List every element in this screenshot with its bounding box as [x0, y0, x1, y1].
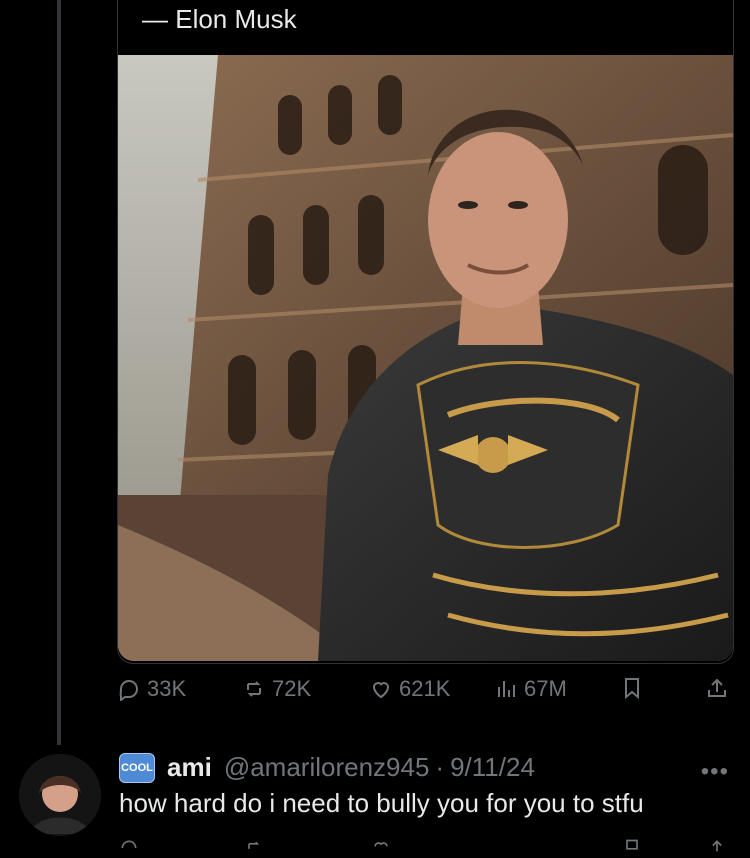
reply-author-name[interactable]: ami — [167, 752, 212, 783]
post-actions-bar: 33K 72K 621K 67M — [117, 676, 737, 712]
reply-header: COOL ami @amarilorenz945 · 9/11/24 — [119, 752, 535, 783]
reply-separator: · — [435, 752, 445, 782]
bookmark-icon — [625, 678, 639, 700]
avatar[interactable] — [19, 754, 101, 836]
reply-action[interactable]: 33K — [117, 676, 186, 702]
share-action[interactable] — [705, 676, 729, 700]
repost-action[interactable]: 72K — [242, 676, 311, 702]
repost-count: 72K — [272, 676, 312, 701]
avatar-image — [19, 754, 101, 836]
heart-icon — [372, 682, 390, 699]
bookmark-icon[interactable] — [620, 838, 644, 858]
like-action[interactable]: 621K — [369, 676, 450, 702]
views-icon — [498, 681, 515, 697]
views-count: 67M — [524, 676, 567, 701]
reply-count: 33K — [147, 676, 187, 701]
bookmark-action[interactable] — [620, 676, 644, 700]
like-count: 621K — [399, 676, 451, 701]
more-options-icon[interactable]: ••• — [701, 758, 729, 786]
repost-icon — [247, 681, 261, 697]
reply-author-handle[interactable]: @amarilorenz945 — [224, 752, 430, 783]
repost-icon[interactable] — [242, 838, 266, 858]
views-action[interactable]: 67M — [494, 676, 567, 702]
heart-icon[interactable] — [369, 838, 393, 858]
reply-date[interactable]: 9/11/24 — [450, 752, 535, 783]
quote-attribution: — Elon Musk — [142, 4, 297, 34]
reply-text: how hard do i need to bully you for you … — [119, 788, 644, 818]
post-image[interactable] — [118, 55, 733, 661]
share-icon — [708, 678, 726, 697]
reply-actions-bar — [117, 838, 737, 858]
share-icon[interactable] — [705, 838, 729, 858]
thread-line — [57, 0, 61, 745]
quoted-post-card[interactable]: — Elon Musk — [117, 0, 734, 664]
cool-badge-icon: COOL — [119, 752, 155, 783]
reply-icon[interactable] — [117, 838, 141, 858]
reply-post[interactable]: COOL ami @amarilorenz945 · 9/11/24 ••• h… — [0, 740, 750, 852]
reply-icon — [119, 679, 139, 701]
gladiator-portrait-illustration — [118, 55, 733, 661]
